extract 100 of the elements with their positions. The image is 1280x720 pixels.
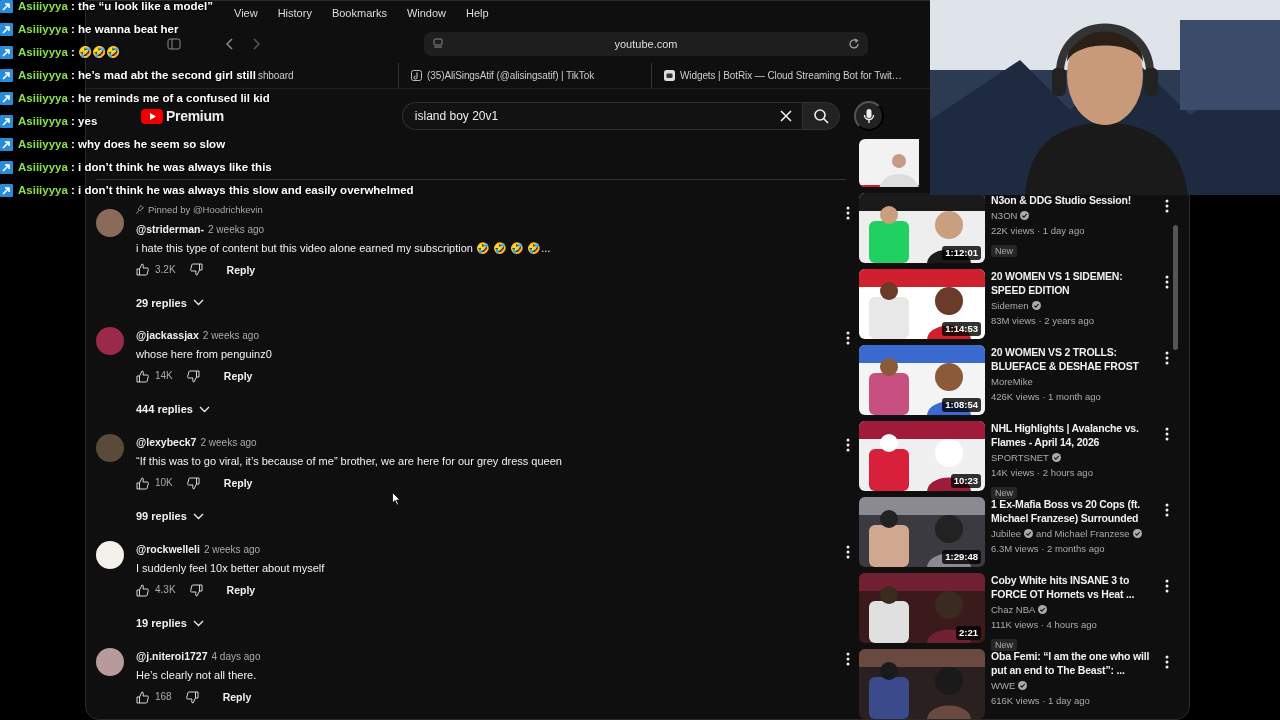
chevron-down-icon <box>192 619 204 627</box>
chat-username: Asiiiyyya <box>18 161 68 174</box>
video-title[interactable]: 20 WOMEN VS 2 TROLLS: BLUEFACE & DESHAE FROST <box>991 345 1155 373</box>
browser-tab[interactable]: (35)AliSingsAtif (@alisingsatif) | TikTok <box>398 63 651 88</box>
more-icon[interactable] <box>1165 275 1169 289</box>
channel-name[interactable]: SPORTSNET <box>991 451 1049 464</box>
like-count: 3.2K <box>155 262 176 277</box>
chat-message: : he’s mad abt the second girl still <box>70 69 256 82</box>
chevron-down-icon <box>198 405 210 413</box>
browser-tab[interactable]: shboard <box>258 63 398 88</box>
menu-item[interactable]: History <box>277 4 312 22</box>
replies-toggle[interactable]: 99 replies <box>136 509 204 523</box>
like-count: 10K <box>155 476 173 490</box>
search-field[interactable]: island boy 20v1 <box>401 102 802 130</box>
dislike-icon[interactable] <box>189 263 203 276</box>
reload-icon[interactable] <box>848 38 860 50</box>
dislike-icon[interactable] <box>186 476 200 490</box>
chat-message: : i don’t think he was always like this <box>70 161 272 174</box>
replies-toggle[interactable]: 19 replies <box>136 616 204 630</box>
like-icon[interactable] <box>136 690 149 704</box>
avatar[interactable] <box>96 648 124 676</box>
menu-item[interactable]: View <box>234 4 258 22</box>
channel-name[interactable]: Jubilee <box>991 527 1022 540</box>
reply-button[interactable]: Reply <box>222 690 252 704</box>
menu-item[interactable]: Help <box>466 4 489 22</box>
reply-button[interactable]: Reply <box>226 262 256 277</box>
chat-message: : i don’t think he was always this slow and easily overwhelmed <box>70 184 414 197</box>
dislike-icon[interactable] <box>185 690 199 704</box>
more-icon[interactable] <box>1165 199 1169 213</box>
sidebar-icon[interactable] <box>166 36 182 52</box>
chat-message: : he wanna beat her <box>70 23 179 36</box>
video-meta: 111K views · 4 hours ago <box>991 618 1098 631</box>
video-title[interactable]: Coby White hits INSANE 3 to FORCE OT Hornets vs Heat ... <box>991 573 1155 601</box>
like-count: 168 <box>155 690 172 704</box>
channel-name[interactable]: Chaz NBA <box>991 603 1036 616</box>
like-icon[interactable] <box>136 476 149 490</box>
more-icon[interactable] <box>846 438 850 452</box>
youtube-premium-logo[interactable]: Premium <box>141 108 224 124</box>
dislike-icon[interactable] <box>189 583 203 597</box>
microphone-button[interactable] <box>853 101 884 131</box>
comment-time[interactable]: 2 weeks ago <box>202 330 259 341</box>
more-icon[interactable] <box>1165 503 1169 517</box>
more-icon[interactable] <box>846 331 850 345</box>
video-title[interactable]: NHL Highlights | Avalanche vs. Flames - April 14, 2026 <box>991 421 1155 449</box>
search-button[interactable] <box>801 102 840 130</box>
replies-toggle[interactable]: 444 replies <box>136 402 210 416</box>
video-meta: 426K views · 1 month ago <box>991 390 1102 403</box>
browser-tab[interactable]: Widgets | BotRix — Cloud Streaming Bot for Twit… <box>651 63 904 88</box>
comment-author[interactable]: @j.niteroi1727 <box>136 650 208 662</box>
reply-button[interactable]: Reply <box>226 583 256 597</box>
more-icon[interactable] <box>1165 351 1169 365</box>
comment-text: “If this was to go viral, it’s because of me” brother, we are here for our grey dress queen <box>136 454 563 468</box>
address-bar[interactable]: youtube.com <box>424 32 868 56</box>
reply-button[interactable]: Reply <box>223 476 253 490</box>
scrollbar[interactable] <box>1173 225 1178 350</box>
video-title[interactable]: N3on & DDG Studio Session! <box>991 193 1155 207</box>
chat-username: Asiiiyyya <box>18 184 68 197</box>
more-icon[interactable] <box>1165 427 1169 441</box>
comment-text: I suddenly feel 10x better about myself <box>136 561 326 575</box>
like-icon[interactable] <box>136 369 149 383</box>
video-title[interactable]: Oba Femi: “I am the one who will put an end to The Beast”: ... <box>991 649 1155 677</box>
channel-name[interactable]: WWE <box>991 679 1016 692</box>
chat-username: Asiiiyyya <box>18 23 68 36</box>
arrow-badge-icon <box>0 0 13 13</box>
avatar[interactable] <box>96 541 124 569</box>
more-icon[interactable] <box>1165 655 1169 669</box>
dislike-icon[interactable] <box>186 369 200 383</box>
comment-time[interactable]: 2 weeks ago <box>208 223 265 235</box>
comment-time[interactable]: 4 days ago <box>211 651 261 662</box>
clear-icon[interactable] <box>779 110 792 122</box>
channel-name[interactable]: N3ON <box>991 209 1018 222</box>
channel-name[interactable]: Sidemen <box>991 299 1029 312</box>
channel-name[interactable]: MoreMike <box>991 375 1033 388</box>
more-icon[interactable] <box>846 652 850 666</box>
comment-author[interactable]: @rockwelleli <box>136 543 200 555</box>
more-icon[interactable] <box>1165 579 1169 593</box>
comment-author[interactable]: @striderman- <box>136 222 204 235</box>
music-note-icon <box>411 70 422 81</box>
channel-name[interactable]: and Michael Franzese <box>1036 527 1130 540</box>
pin-icon <box>136 205 144 214</box>
comment-author[interactable]: @lexybeck7 <box>136 436 197 448</box>
reply-button[interactable]: Reply <box>223 369 253 383</box>
comment-time[interactable]: 2 weeks ago <box>200 437 257 448</box>
menu-item[interactable]: Window <box>406 4 447 22</box>
comment-author[interactable]: @jackassjax <box>136 329 199 341</box>
arrow-badge-icon <box>0 115 13 128</box>
replies-toggle[interactable]: 29 replies <box>136 295 204 310</box>
chat-message: : the “u look like a model” <box>70 0 213 13</box>
more-icon[interactable] <box>846 206 850 220</box>
like-icon[interactable] <box>136 583 149 597</box>
chevron-down-icon <box>192 299 204 306</box>
menu-item[interactable]: Bookmarks <box>331 4 387 22</box>
comment-time[interactable]: 2 weeks ago <box>203 544 261 555</box>
video-title[interactable]: 1 Ex-Mafia Boss vs 20 Cops (ft. Michael Franzese) Surrounded <box>991 497 1155 525</box>
chat-username: Asiiiyyya <box>18 69 68 82</box>
arrow-badge-icon <box>0 184 13 197</box>
more-icon[interactable] <box>846 545 850 559</box>
chat-username: Asiiiyyya <box>18 115 68 128</box>
video-title[interactable]: 20 WOMEN VS 1 SIDEMEN: SPEED EDITION <box>991 269 1155 297</box>
like-icon[interactable] <box>136 263 149 276</box>
